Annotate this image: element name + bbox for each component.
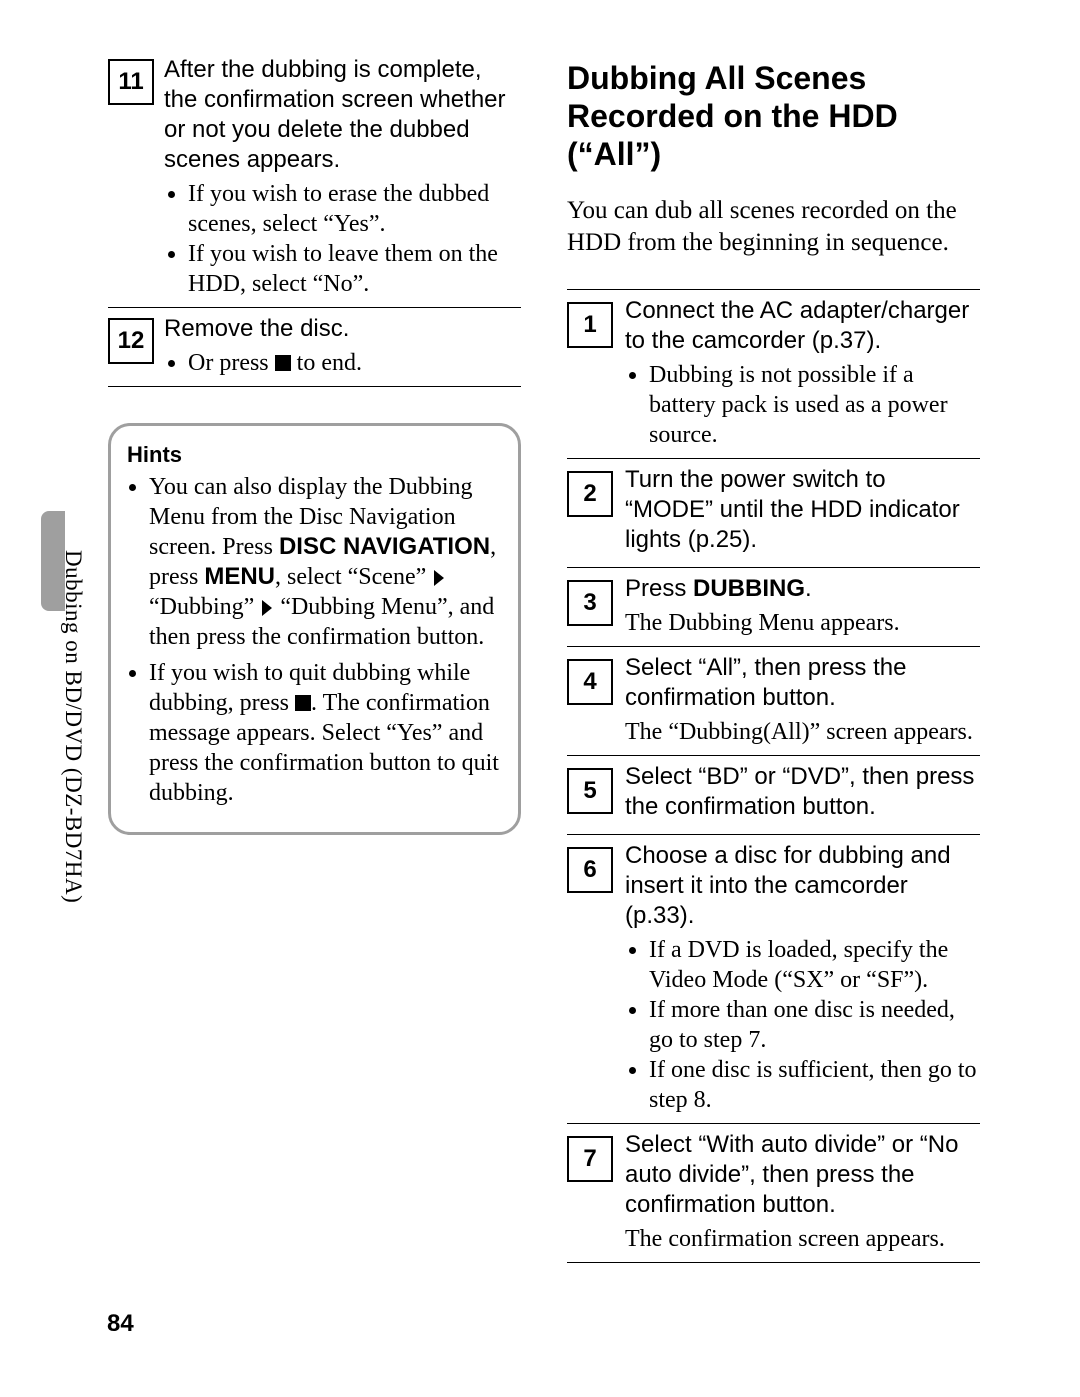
step-1: 1 Connect the AC adapter/charger to the … [567, 296, 980, 450]
text: “Dubbing” [149, 594, 260, 620]
text: Press [625, 575, 693, 602]
step-number: 5 [567, 768, 613, 814]
step-number: 1 [567, 302, 613, 348]
divider [567, 458, 980, 459]
step-lead: Select “All”, then press the confirmatio… [625, 653, 980, 713]
bold-text: DUBBING [693, 575, 805, 602]
page-number: 84 [107, 1310, 134, 1338]
step-body: Choose a disc for dubbing and insert it … [613, 841, 980, 1115]
step-body-text: The Dubbing Menu appears. [625, 608, 980, 638]
bullet: Or press to end. [188, 348, 521, 378]
step-lead: Select “BD” or “DVD”, then press the con… [625, 762, 980, 822]
step-number: 4 [567, 659, 613, 705]
hint-item: If you wish to quit dubbing while dubbin… [149, 658, 506, 808]
step-number: 7 [567, 1136, 613, 1182]
step-number: 3 [567, 580, 613, 626]
side-margin-text: Dubbing on BD/DVD (DZ-BD7HA) [60, 550, 86, 903]
hints-box: Hints You can also display the Dubbing M… [108, 423, 521, 835]
step-body: Press DUBBING. The Dubbing Menu appears. [613, 574, 980, 638]
bold-text: DISC NAVIGATION [279, 533, 490, 560]
step-lead: Remove the disc. [164, 314, 521, 344]
bullet: If one disc is sufficient, then go to st… [649, 1055, 980, 1115]
step-3: 3 Press DUBBING. The Dubbing Menu appear… [567, 574, 980, 638]
step-body: Connect the AC adapter/charger to the ca… [613, 296, 980, 450]
text: to end. [291, 350, 362, 376]
bullet-list: If a DVD is loaded, specify the Video Mo… [631, 935, 980, 1115]
divider [567, 567, 980, 568]
bullet: If a DVD is loaded, specify the Video Mo… [649, 935, 980, 995]
hint-item: You can also display the Dubbing Menu fr… [149, 472, 506, 652]
bullet: If you wish to leave them on the HDD, se… [188, 239, 521, 299]
step-lead: Press DUBBING. [625, 574, 980, 604]
step-body-text: The confirmation screen appears. [625, 1224, 980, 1254]
step-11: 11 After the dubbing is complete, the co… [108, 55, 521, 299]
divider [567, 289, 980, 290]
right-column: Dubbing All Scenes Recorded on the HDD (… [567, 55, 980, 1269]
step-lead: Select “With auto divide” or “No auto di… [625, 1130, 980, 1220]
step-lead: Turn the power switch to “MODE” until th… [625, 465, 980, 555]
bold-text: MENU [204, 563, 275, 590]
divider [108, 307, 521, 308]
bullet-list: Or press to end. [170, 348, 521, 378]
step-5: 5 Select “BD” or “DVD”, then press the c… [567, 762, 980, 826]
divider [567, 646, 980, 647]
step-body: After the dubbing is complete, the confi… [154, 55, 521, 299]
hints-list: You can also display the Dubbing Menu fr… [123, 472, 506, 808]
step-7: 7 Select “With auto divide” or “No auto … [567, 1130, 980, 1254]
step-number: 6 [567, 847, 613, 893]
bullet: If you wish to erase the dubbed scenes, … [188, 179, 521, 239]
step-6: 6 Choose a disc for dubbing and insert i… [567, 841, 980, 1115]
intro-paragraph: You can dub all scenes recorded on the H… [567, 195, 980, 259]
two-column-layout: 11 After the dubbing is complete, the co… [108, 55, 980, 1269]
hints-title: Hints [127, 442, 506, 468]
text: Or press [188, 350, 275, 376]
step-lead: After the dubbing is complete, the confi… [164, 55, 521, 175]
step-body: Select “BD” or “DVD”, then press the con… [613, 762, 980, 826]
stop-icon [295, 695, 311, 711]
bullet-list: Dubbing is not possible if a battery pac… [631, 360, 980, 450]
step-body: Select “With auto divide” or “No auto di… [613, 1130, 980, 1254]
step-body-text: The “Dubbing(All)” screen appears. [625, 717, 980, 747]
section-heading: Dubbing All Scenes Recorded on the HDD (… [567, 59, 980, 173]
stop-icon [275, 355, 291, 371]
triangle-icon [434, 570, 444, 586]
divider [567, 834, 980, 835]
step-body: Remove the disc. Or press to end. [154, 314, 521, 378]
divider [567, 1262, 980, 1263]
step-12: 12 Remove the disc. Or press to end. [108, 314, 521, 378]
hints-section: Hints You can also display the Dubbing M… [108, 423, 521, 835]
triangle-icon [262, 600, 272, 616]
step-body: Turn the power switch to “MODE” until th… [613, 465, 980, 559]
text: , select “Scene” [275, 564, 432, 590]
step-number: 2 [567, 471, 613, 517]
divider [567, 1123, 980, 1124]
divider [567, 755, 980, 756]
bullet: Dubbing is not possible if a battery pac… [649, 360, 980, 450]
divider [108, 386, 521, 387]
step-2: 2 Turn the power switch to “MODE” until … [567, 465, 980, 559]
bullet-list: If you wish to erase the dubbed scenes, … [170, 179, 521, 299]
step-body: Select “All”, then press the confirmatio… [613, 653, 980, 747]
step-number: 12 [108, 318, 154, 364]
page: 11 After the dubbing is complete, the co… [108, 55, 980, 1269]
step-4: 4 Select “All”, then press the confirmat… [567, 653, 980, 747]
step-number: 11 [108, 59, 154, 105]
left-column: 11 After the dubbing is complete, the co… [108, 55, 521, 1269]
step-lead: Connect the AC adapter/charger to the ca… [625, 296, 980, 356]
step-lead: Choose a disc for dubbing and insert it … [625, 841, 980, 931]
bullet: If more than one disc is needed, go to s… [649, 995, 980, 1055]
text: . [805, 575, 812, 602]
